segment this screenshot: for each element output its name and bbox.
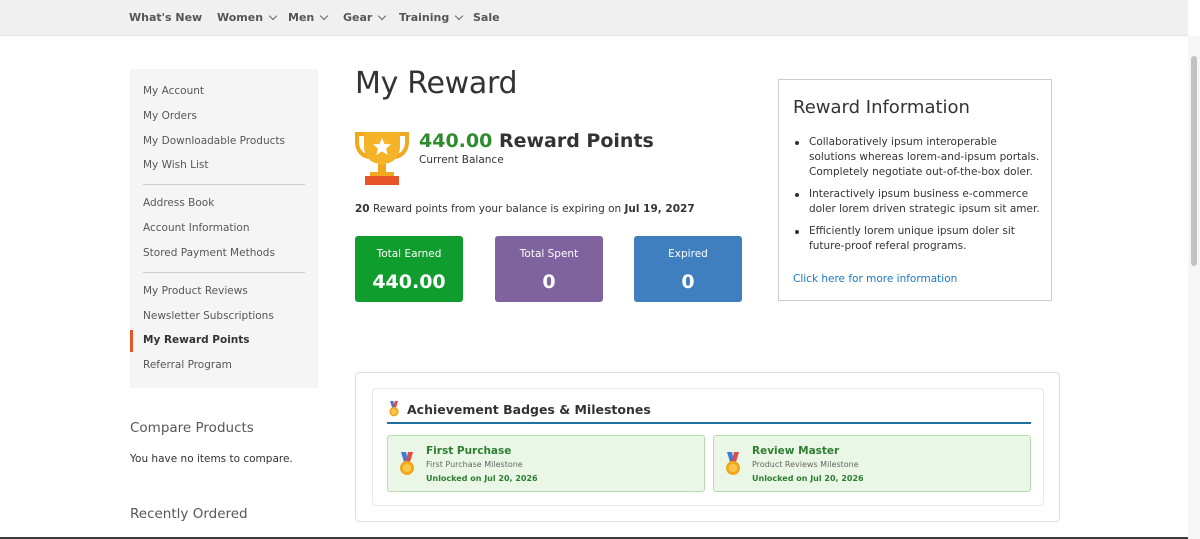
account-sidebar: My Account My Orders My Downloadable Pro… [130,69,318,388]
sidebar-divider [143,272,305,273]
badge-review-master: Review Master Product Reviews Milestone … [713,435,1031,492]
balance-points: 440.00 [419,130,493,152]
sidebar-item-referral-program[interactable]: Referral Program [143,359,232,371]
expiry-text: Reward points from your balance is expir… [372,203,622,215]
achievements-title: Achievement Badges & Milestones [387,401,651,417]
page-title: My Reward [355,66,518,101]
badge-unlock-date: Unlocked on Jul 20, 2026 [752,474,864,483]
balance-unit: Reward Points [498,130,654,152]
stat-total-earned: Total Earned 440.00 [355,236,463,302]
scrollbar-thumb[interactable] [1191,56,1197,266]
list-item: Interactively ipsum business e-commerce … [795,187,1045,217]
sidebar-item-reward-points[interactable]: My Reward Points [143,334,250,346]
reward-information-list: Collaboratively ipsum interoperable solu… [795,135,1045,261]
top-navigation: What's New Women Men Gear Training Sale [0,0,1188,36]
stat-label: Total Earned [376,248,442,260]
medal-icon [726,452,740,475]
achievements-title-text: Achievement Badges & Milestones [407,401,651,417]
expiry-notice: 20 Reward points from your balance is ex… [355,203,695,215]
sidebar-item-wish-list[interactable]: My Wish List [143,159,209,171]
nav-item-sale[interactable]: Sale [473,11,500,24]
reward-information-title: Reward Information [793,97,970,118]
recently-ordered-title: Recently Ordered [130,506,248,522]
nav-item-label: What's New [129,11,203,24]
trophy-icon [355,132,409,185]
nav-item-label: Sale [473,11,500,24]
badge-first-purchase: First Purchase First Purchase Milestone … [387,435,705,492]
nav-item-label: Training [399,11,450,24]
stat-label: Total Spent [519,248,579,260]
chevron-down-icon [378,11,387,20]
expiry-count: 20 [355,203,370,215]
sidebar-item-newsletter-subscriptions[interactable]: Newsletter Subscriptions [143,310,274,322]
achievements-card: Achievement Badges & Milestones First Pu… [372,388,1044,506]
balance-caption: Current Balance [419,154,504,166]
badge-subtitle: First Purchase Milestone [426,460,523,469]
stat-value: 0 [542,271,556,293]
nav-item-women[interactable]: Women [217,11,278,24]
badge-subtitle: Product Reviews Milestone [752,460,859,469]
nav-item-training[interactable]: Training [399,11,464,24]
sidebar-divider [143,184,305,185]
reward-information-box: Reward Information Collaboratively ipsum… [778,79,1052,301]
stat-value: 440.00 [372,271,446,293]
badge-title: First Purchase [426,445,512,457]
nav-item-whats-new[interactable]: What's New [129,11,202,24]
medal-icon [400,452,414,475]
achievements-underline [387,422,1031,424]
sidebar-item-address-book[interactable]: Address Book [143,197,214,209]
compare-products-title: Compare Products [130,420,254,436]
sidebar-item-stored-payment-methods[interactable]: Stored Payment Methods [143,247,275,259]
chevron-down-icon [320,11,329,20]
sidebar-item-product-reviews[interactable]: My Product Reviews [143,285,248,297]
reward-balance: 440.00 Reward Points [419,130,654,152]
badge-unlock-date: Unlocked on Jul 20, 2026 [426,474,538,483]
badge-title: Review Master [752,445,840,457]
stat-label: Expired [668,248,708,260]
sidebar-item-downloadable-products[interactable]: My Downloadable Products [143,135,285,147]
stat-value: 0 [681,271,695,293]
page-scrollbar[interactable] [1188,36,1200,539]
nav-item-label: Women [217,11,264,24]
stat-total-spent: Total Spent 0 [495,236,603,302]
stat-expired: Expired 0 [634,236,742,302]
list-item: Collaboratively ipsum interoperable solu… [795,135,1045,180]
nav-item-label: Gear [343,11,373,24]
compare-empty-text: You have no items to compare. [130,453,293,465]
achievements-panel: Achievement Badges & Milestones First Pu… [355,372,1060,522]
more-information-link[interactable]: Click here for more information [793,273,957,285]
nav-item-label: Men [288,11,315,24]
sidebar-item-account-information[interactable]: Account Information [143,222,250,234]
expiry-date: Jul 19, 2027 [624,203,695,215]
sidebar-item-my-account[interactable]: My Account [143,85,204,97]
nav-item-gear[interactable]: Gear [343,11,387,24]
medal-icon [389,401,399,417]
sidebar-item-my-orders[interactable]: My Orders [143,110,197,122]
chevron-down-icon [268,11,278,20]
chevron-down-icon [454,11,464,20]
list-item: Efficiently lorem unique ipsum doler sit… [795,224,1045,254]
active-item-indicator [130,330,133,352]
nav-item-men[interactable]: Men [288,11,329,24]
